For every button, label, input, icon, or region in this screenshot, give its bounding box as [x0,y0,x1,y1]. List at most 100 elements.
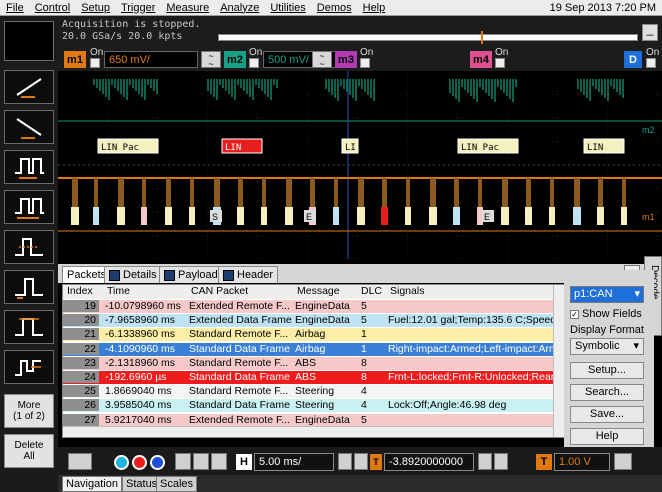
setup-hold-trigger-button[interactable] [4,270,54,304]
payload-icon [164,269,175,281]
print-icon[interactable] [193,453,209,470]
trigger-level-field[interactable]: 1.00 V [554,453,610,471]
m1-adjust-button[interactable]: ~ ~ [201,51,221,69]
minimize-icon[interactable]: _ [642,23,658,41]
cell-dlc: 1 [361,328,367,341]
digital-on-checkbox[interactable] [646,58,656,68]
menu-control[interactable]: Control [29,2,75,14]
lin-decode-label: LIN Pac [461,143,499,153]
brightness-icon[interactable] [211,453,227,470]
m1-on-checkbox[interactable] [90,58,100,68]
m1-marker: m1 [642,212,655,222]
show-fields-checkbox[interactable]: ✓ Show Fields [570,308,642,320]
cell-packet: Standard Data Frame [189,342,290,355]
m2-label[interactable]: m2 [224,51,246,68]
table-row[interactable]: 25 1.8669040 ms Standard Remote F... Steeri… [63,385,563,399]
delete-sub-label: All [23,451,35,462]
pulse-width-trigger-button[interactable] [4,150,54,184]
table-row[interactable]: 23 -2.1318960 ms Standard Remote F... ABS 8 [63,356,563,370]
cell-signals: Right-impact:Armed;Left-impact:Arm... [388,342,553,355]
zoom-stepper[interactable] [68,453,92,470]
can-letter: E [484,212,490,222]
delay-zero-icon[interactable] [494,453,508,470]
waveform-display[interactable]: LIN Pac LIN LI LIN Pac LIN S E E m2 m1 [58,71,662,259]
save-button[interactable]: Save... [570,406,644,423]
transition-trigger-button[interactable] [4,350,54,384]
menu-file[interactable]: File [0,2,29,14]
setup-button[interactable]: Setup... [570,362,644,379]
tab-scales[interactable]: Scales [156,476,198,492]
table-row[interactable]: 26 3.9585040 ms Standard Data Frame Steerin… [63,399,563,413]
cell-time: -6.1338960 ms [105,328,176,341]
tab-payload[interactable]: Payload [159,266,223,283]
can-frame-bar [382,178,387,210]
screenshot-icon[interactable] [175,453,191,470]
delete-all-button[interactable]: Delete All [4,434,54,468]
can-decode-box [525,207,532,225]
col-message[interactable]: Message [297,285,340,297]
tab-header[interactable]: Header [218,266,279,283]
rising-edge-trigger-button[interactable] [4,70,54,104]
memory-bar[interactable] [218,31,638,44]
can-decode-box [453,207,460,225]
falling-edge-trigger-button[interactable] [4,110,54,144]
m1-label[interactable]: m1 [64,51,86,68]
menu-analyze[interactable]: Analyze [214,2,264,14]
red-dot-icon[interactable] [132,455,147,470]
can-frame-bar [478,178,482,210]
table-row[interactable]: 24 -192.6960 µs Standard Data Frame ABS 8 Frn… [63,371,563,384]
m2-adjust-button[interactable]: ~ ~ [312,51,332,69]
table-row[interactable]: 20 -7.9658960 ms Extended Data Frame Engine… [63,314,563,328]
trigger-level-stepper[interactable] [614,453,632,470]
run-stop-button[interactable] [4,21,54,61]
menu-trigger[interactable]: Trigger [115,2,160,14]
packet-table[interactable]: Index Time CAN Packet Message DLC Signal… [62,284,570,438]
decode-select[interactable]: p1:CAN ▾ [570,286,644,303]
cell-time: -192.6960 µs [105,371,167,383]
col-index[interactable]: Index [67,285,93,297]
runt-trigger-button[interactable] [4,230,54,264]
table-row[interactable]: 21 -6.1338960 ms Standard Remote F... Airba… [63,328,563,342]
menu-demos[interactable]: Demos [311,2,357,14]
search-button[interactable]: Search... [570,384,644,401]
table-row[interactable]: 22 -4.1090960 ms Standard Data Frame Airbag… [63,342,563,356]
cell-index: 23 [63,356,99,369]
menu-setup[interactable]: Setup [75,2,115,14]
tab-details[interactable]: Details [104,266,162,283]
can-letter: S [212,212,218,222]
pulse-trigger-button[interactable] [4,190,54,224]
more-button[interactable]: More (1 of 2) [4,394,54,428]
can-frame-bar [334,178,338,210]
window-trigger-button[interactable] [4,310,54,344]
cyan-dot-icon[interactable] [114,455,129,470]
m1-scale[interactable]: 650 mV/ [104,51,198,68]
can-frame-bar [550,178,554,210]
menu-measure[interactable]: Measure [160,2,214,14]
table-row[interactable]: 19 -10.0798960 ms Extended Remote F... Engi… [63,300,563,313]
m3-on-checkbox[interactable] [360,58,370,68]
tab-navigation[interactable]: Navigation [62,476,122,492]
menu-help[interactable]: Help [357,2,391,14]
cell-packet: Extended Remote F... [189,413,290,426]
col-dlc[interactable]: DLC [361,285,382,297]
menu-utilities[interactable]: Utilities [264,2,310,14]
show-fields-label: Show Fields [582,308,642,320]
blue-dot-icon[interactable] [150,455,165,470]
m3-label[interactable]: m3 [335,51,357,68]
m2-on-checkbox[interactable] [249,58,259,68]
digital-label[interactable]: D [624,51,642,68]
m4-on-checkbox[interactable] [495,58,505,68]
delay-field[interactable]: -3.8920000000 ms [384,453,474,484]
timebase-field[interactable]: 5.00 ms/ [254,453,334,471]
m4-label[interactable]: m4 [470,51,492,68]
col-time[interactable]: Time [107,285,130,297]
table-row[interactable]: 27 5.9217040 ms Extended Remote F... Engine… [63,413,563,427]
timebase-knob-icon[interactable] [338,453,352,470]
help-button[interactable]: Help [570,428,644,445]
horizontal-scrollbar[interactable] [63,426,553,437]
delay-left-icon[interactable] [478,453,492,470]
wave-icon[interactable] [354,453,368,470]
display-format-select[interactable]: Symbolic ▾ [570,338,644,355]
col-can-packet[interactable]: CAN Packet [191,285,248,297]
col-signals[interactable]: Signals [390,285,424,297]
